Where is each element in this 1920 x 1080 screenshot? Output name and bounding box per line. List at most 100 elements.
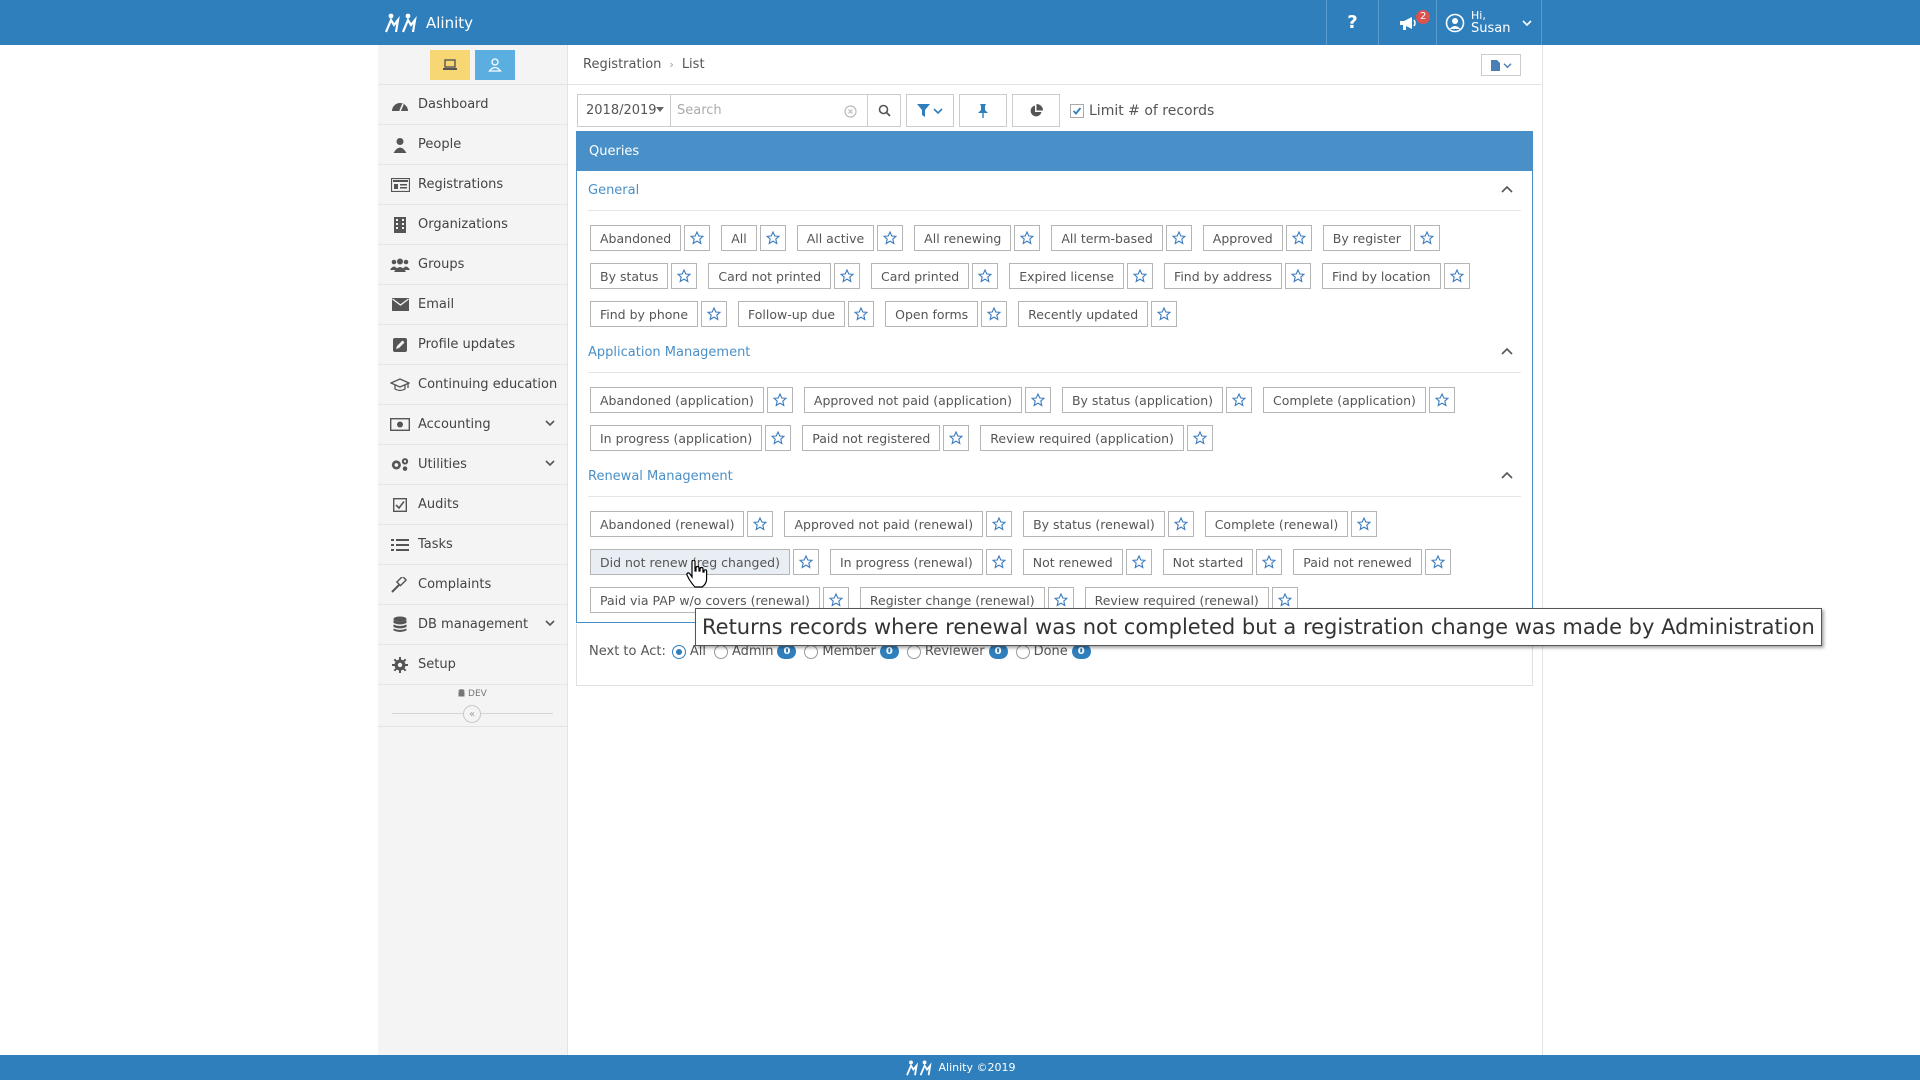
favorite-star-button[interactable] (1413, 225, 1440, 251)
query-button[interactable]: Find by phone (590, 301, 699, 327)
query-button[interactable]: Complete (application) (1263, 387, 1426, 413)
favorite-star-button[interactable] (981, 301, 1008, 327)
filter-button[interactable] (906, 94, 954, 127)
favorite-star-button[interactable] (1186, 425, 1213, 451)
search-button[interactable] (868, 94, 901, 127)
query-button[interactable]: All active (796, 225, 875, 251)
query-button[interactable]: Review required (application) (980, 425, 1184, 451)
query-button[interactable]: Find by location (1322, 263, 1441, 289)
query-button[interactable]: By register (1322, 225, 1411, 251)
sidebar-item-db-management[interactable]: DB management (378, 605, 567, 645)
sidebar-item-email[interactable]: Email (378, 285, 567, 325)
sidebar-item-dashboard[interactable]: Dashboard (378, 85, 567, 125)
chevron-up-icon[interactable] (1501, 185, 1513, 193)
query-button[interactable]: Open forms (885, 301, 979, 327)
query-button[interactable]: Complete (renewal) (1204, 511, 1349, 537)
favorite-star-button[interactable] (834, 263, 861, 289)
next-to-act-option-member[interactable]: Member 0 (804, 644, 899, 659)
query-button[interactable]: Paid not registered (802, 425, 941, 451)
sidebar-item-people[interactable]: People (378, 125, 567, 165)
next-to-act-option-all[interactable]: All (671, 644, 706, 659)
sidebar-item-setup[interactable]: Setup (378, 645, 567, 685)
query-button[interactable]: In progress (renewal) (829, 549, 983, 575)
favorite-star-button[interactable] (1014, 225, 1041, 251)
favorite-star-button[interactable] (1226, 387, 1252, 413)
favorite-star-button[interactable] (1285, 263, 1312, 289)
favorite-star-button[interactable] (1428, 387, 1455, 413)
query-button[interactable]: By status (590, 263, 669, 289)
favorite-star-button[interactable] (972, 263, 999, 289)
favorite-star-button[interactable] (1443, 263, 1470, 289)
sidebar-item-accounting[interactable]: Accounting (378, 405, 567, 445)
query-button[interactable]: Paid not renewed (1293, 549, 1422, 575)
favorite-star-button[interactable] (684, 225, 711, 251)
sidebar-item-profile-updates[interactable]: Profile updates (378, 325, 567, 365)
favorite-star-button[interactable] (943, 425, 970, 451)
sidebar-item-utilities[interactable]: Utilities (378, 445, 567, 485)
sidebar-item-audits[interactable]: Audits (378, 485, 567, 525)
favorite-star-button[interactable] (1424, 549, 1451, 575)
section-header-renewal-management[interactable]: Renewal Management (588, 457, 1521, 497)
query-button[interactable]: Not renewed (1022, 549, 1123, 575)
sidebar-item-organizations[interactable]: Organizations (378, 205, 567, 245)
favorite-star-button[interactable] (765, 425, 792, 451)
favorite-star-button[interactable] (1167, 511, 1194, 537)
favorite-star-button[interactable] (986, 511, 1013, 537)
query-button[interactable]: Approved (1202, 225, 1283, 251)
favorite-star-button[interactable] (985, 549, 1012, 575)
statistics-button[interactable] (1012, 94, 1060, 127)
query-button[interactable]: Card printed (871, 263, 970, 289)
favorite-star-button[interactable] (1165, 225, 1192, 251)
favorite-star-button[interactable] (1151, 301, 1178, 327)
query-button[interactable]: All renewing (914, 225, 1012, 251)
breadcrumb-item-registration[interactable]: Registration (583, 57, 661, 72)
chevron-up-icon[interactable] (1501, 471, 1513, 479)
search-input[interactable] (677, 103, 837, 118)
query-button[interactable]: Approved not paid (renewal) (784, 511, 984, 537)
sidebar-item-complaints[interactable]: Complaints (378, 565, 567, 605)
help-button[interactable]: ? (1326, 0, 1378, 45)
document-menu-button[interactable] (1481, 54, 1521, 76)
section-header-general[interactable]: General (588, 171, 1521, 211)
query-button[interactable]: Follow-up due (738, 301, 846, 327)
favorite-star-button[interactable] (671, 263, 698, 289)
next-to-act-option-done[interactable]: Done 0 (1015, 644, 1091, 659)
favorite-star-button[interactable] (877, 225, 904, 251)
query-button[interactable]: Card not printed (708, 263, 832, 289)
section-header-application-management[interactable]: Application Management (588, 333, 1521, 373)
favorite-star-button[interactable] (1256, 549, 1283, 575)
query-button[interactable]: Approved not paid (application) (803, 387, 1022, 413)
year-select[interactable]: 2018/2019 (577, 94, 671, 127)
query-button[interactable]: Abandoned (590, 225, 682, 251)
next-to-act-option-reviewer[interactable]: Reviewer 0 (906, 644, 1008, 659)
favorite-star-button[interactable] (1125, 549, 1152, 575)
radio-button[interactable] (1015, 644, 1030, 659)
query-button[interactable]: All term-based (1051, 225, 1163, 251)
favorite-star-button[interactable] (759, 225, 786, 251)
radio-button[interactable] (804, 644, 819, 659)
chevron-up-icon[interactable] (1501, 347, 1513, 355)
query-button[interactable]: Abandoned (renewal) (590, 511, 745, 537)
favorite-star-button[interactable] (792, 549, 819, 575)
favorite-star-button[interactable] (701, 301, 728, 327)
favorite-star-button[interactable] (848, 301, 875, 327)
pin-button[interactable] (959, 94, 1007, 127)
favorite-star-button[interactable] (1285, 225, 1312, 251)
limit-records-checkbox[interactable] (1070, 103, 1084, 118)
radio-button[interactable] (671, 644, 686, 659)
radio-button[interactable] (906, 644, 921, 659)
notifications-button[interactable]: 2 (1378, 0, 1436, 45)
admin-view-button[interactable] (430, 49, 470, 80)
radio-button[interactable] (714, 644, 729, 659)
query-button[interactable]: By status (application) (1061, 387, 1223, 413)
favorite-star-button[interactable] (1127, 263, 1154, 289)
query-button[interactable]: Abandoned (application) (590, 387, 764, 413)
next-to-act-option-admin[interactable]: Admin 0 (714, 644, 797, 659)
limit-records-toggle[interactable]: Limit # of records (1070, 103, 1214, 119)
sidebar-item-groups[interactable]: Groups (378, 245, 567, 285)
query-button[interactable]: By status (renewal) (1023, 511, 1165, 537)
favorite-star-button[interactable] (1351, 511, 1378, 537)
favorite-star-button[interactable] (766, 387, 793, 413)
sidebar-item-registrations[interactable]: Registrations (378, 165, 567, 205)
query-button[interactable]: All (721, 225, 757, 251)
